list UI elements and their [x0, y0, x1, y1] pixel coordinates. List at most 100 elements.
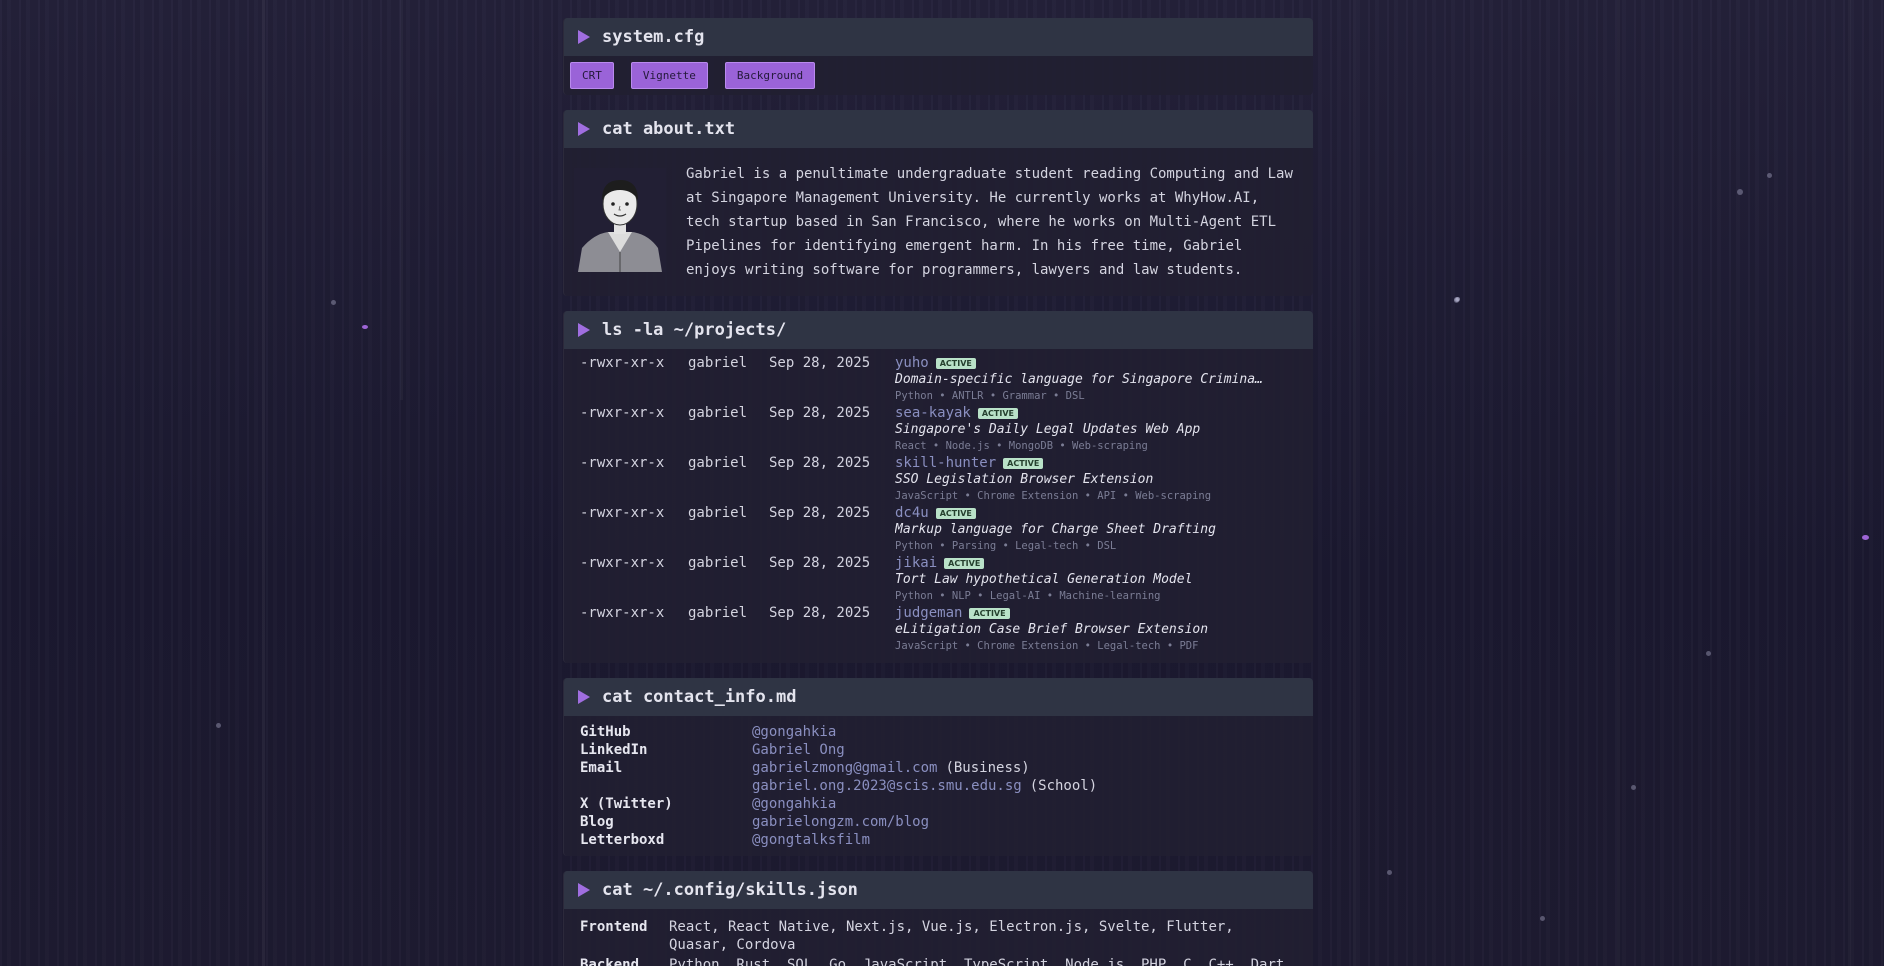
vignette-toggle-button[interactable]: Vignette	[630, 62, 708, 89]
email-school-link[interactable]: gabriel.ong.2023@scis.smu.edu.sg	[752, 778, 1022, 796]
file-owner: gabriel	[688, 455, 748, 471]
contact-row-email-school: gabriel.ong.2023@scis.smu.edu.sg (School…	[580, 778, 1297, 796]
background-dot	[1631, 785, 1636, 790]
panel-title: cat contact_info.md	[602, 687, 797, 707]
contact-label: Blog	[580, 814, 614, 830]
project-description: Domain-specific language for Singapore C…	[895, 372, 1267, 387]
project-description: Tort Law hypothetical Generation Model	[895, 572, 1193, 587]
skill-label: Frontend	[580, 919, 648, 935]
project-tags: JavaScript • Chrome Extension • API • We…	[895, 490, 1212, 502]
table-row: -rwxr-xr-x gabriel Sep 28, 2025 judgeman…	[580, 605, 1297, 655]
background-streak	[1353, 0, 1356, 966]
crt-toggle-button[interactable]: CRT	[570, 62, 614, 89]
background-streak	[400, 0, 403, 400]
file-date: Sep 28, 2025	[769, 505, 871, 521]
background-dot	[1862, 535, 1869, 540]
blog-link[interactable]: gabrielongzm.com/blog	[752, 814, 929, 832]
about-body: Gabriel is a penultimate undergraduate s…	[564, 148, 1313, 296]
email-business-link[interactable]: gabrielzmong@gmail.com	[752, 760, 937, 778]
file-permissions: -rwxr-xr-x	[580, 455, 665, 471]
table-row: -rwxr-xr-x gabriel Sep 28, 2025 yuho ACT…	[580, 355, 1297, 405]
contact-label: LinkedIn	[580, 742, 648, 758]
skill-values: React, React Native, Next.js, Vue.js, El…	[669, 919, 1234, 953]
file-date: Sep 28, 2025	[769, 455, 871, 471]
table-row: -rwxr-xr-x gabriel Sep 28, 2025 jikai AC…	[580, 555, 1297, 605]
contact-label: Email	[580, 760, 623, 776]
expand-triangle-icon	[578, 690, 590, 704]
background-streak	[262, 0, 265, 966]
file-permissions: -rwxr-xr-x	[580, 355, 665, 371]
status-badge: ACTIVE	[935, 357, 976, 369]
table-row: -rwxr-xr-x gabriel Sep 28, 2025 dc4u ACT…	[580, 505, 1297, 555]
terminal-column: system.cfg CRT Vignette Background cat a…	[563, 18, 1313, 966]
about-text: Gabriel is a penultimate undergraduate s…	[686, 166, 1293, 278]
project-info: jikai ACTIVE Tort Law hypothetical Gener…	[895, 555, 1297, 605]
background-dot	[1454, 297, 1459, 302]
letterboxd-link[interactable]: @gongtalksfilm	[752, 832, 870, 850]
email-note: (School)	[1029, 778, 1098, 794]
file-date: Sep 28, 2025	[769, 405, 871, 421]
project-link[interactable]: skill-hunter	[895, 455, 996, 471]
contact-row-letterboxd: Letterboxd @gongtalksfilm	[580, 832, 1297, 850]
expand-triangle-icon	[578, 323, 590, 337]
expand-triangle-icon	[578, 30, 590, 44]
file-owner: gabriel	[688, 555, 748, 571]
panel-title: cat about.txt	[602, 119, 736, 139]
file-permissions: -rwxr-xr-x	[580, 605, 665, 621]
background-dot	[1387, 870, 1392, 875]
project-description: eLitigation Case Brief Browser Extension	[895, 622, 1209, 637]
file-permissions: -rwxr-xr-x	[580, 555, 665, 571]
project-info: dc4u ACTIVE Markup language for Charge S…	[895, 505, 1297, 555]
project-tags: React • Node.js • MongoDB • Web-scraping	[895, 440, 1148, 452]
contact-row-github: GitHub @gongahkia	[580, 724, 1297, 742]
contact-header[interactable]: cat contact_info.md	[564, 678, 1313, 716]
background-dot	[362, 325, 368, 329]
project-link[interactable]: yuho	[895, 355, 929, 371]
project-link[interactable]: jikai	[895, 555, 937, 571]
panel-title: ls -la ~/projects/	[602, 320, 787, 340]
project-tags: Python • Parsing • Legal-tech • DSL	[895, 540, 1117, 552]
github-link[interactable]: @gongahkia	[752, 724, 836, 742]
file-owner: gabriel	[688, 405, 748, 421]
status-badge: ACTIVE	[944, 557, 985, 569]
project-description: Singapore's Daily Legal Updates Web App	[895, 422, 1201, 437]
contact-label: X (Twitter)	[580, 796, 673, 812]
skills-header[interactable]: cat ~/.config/skills.json	[564, 871, 1313, 909]
contact-row-linkedin: LinkedIn Gabriel Ong	[580, 742, 1297, 760]
system-cfg-header[interactable]: system.cfg	[564, 18, 1313, 56]
project-info: judgeman ACTIVE eLitigation Case Brief B…	[895, 605, 1297, 655]
skill-label: Backend	[580, 957, 640, 966]
file-owner: gabriel	[688, 505, 748, 521]
linkedin-link[interactable]: Gabriel Ong	[752, 742, 845, 760]
project-link[interactable]: sea-kayak	[895, 405, 971, 421]
table-row: -rwxr-xr-x gabriel Sep 28, 2025 skill-hu…	[580, 455, 1297, 505]
file-permissions: -rwxr-xr-x	[580, 405, 665, 421]
twitter-link[interactable]: @gongahkia	[752, 796, 836, 814]
contact-row-email: Email gabrielzmong@gmail.com (Business)	[580, 760, 1297, 778]
system-cfg-body: CRT Vignette Background	[564, 56, 1313, 95]
contact-label: Letterboxd	[580, 832, 665, 848]
status-badge: ACTIVE	[969, 607, 1010, 619]
status-badge: ACTIVE	[935, 507, 976, 519]
file-date: Sep 28, 2025	[769, 605, 871, 621]
background-dot	[1737, 189, 1743, 195]
background-toggle-button[interactable]: Background	[724, 62, 816, 89]
project-link[interactable]: dc4u	[895, 505, 929, 521]
status-badge: ACTIVE	[977, 407, 1019, 419]
file-owner: gabriel	[688, 355, 748, 371]
projects-panel: ls -la ~/projects/ -rwxr-xr-x gabriel Se…	[563, 311, 1313, 663]
skill-row-backend: Backend Python, Rust, SQL, Go, JavaScrip…	[580, 956, 1297, 966]
file-owner: gabriel	[688, 605, 748, 621]
file-permissions: -rwxr-xr-x	[580, 505, 665, 521]
project-description: SSO Legislation Browser Extension	[895, 472, 1154, 487]
background-dot	[1767, 173, 1772, 178]
about-panel: cat about.txt Gabriel is a penultimate u…	[563, 110, 1313, 296]
projects-header[interactable]: ls -la ~/projects/	[564, 311, 1313, 349]
panel-title: system.cfg	[602, 27, 705, 47]
about-header[interactable]: cat about.txt	[564, 110, 1313, 148]
background-dot	[1540, 916, 1545, 921]
skills-list: Frontend React, React Native, Next.js, V…	[564, 909, 1313, 966]
skill-row-frontend: Frontend React, React Native, Next.js, V…	[580, 918, 1297, 954]
project-tags: JavaScript • Chrome Extension • Legal-te…	[895, 640, 1199, 652]
project-link[interactable]: judgeman	[895, 605, 962, 621]
